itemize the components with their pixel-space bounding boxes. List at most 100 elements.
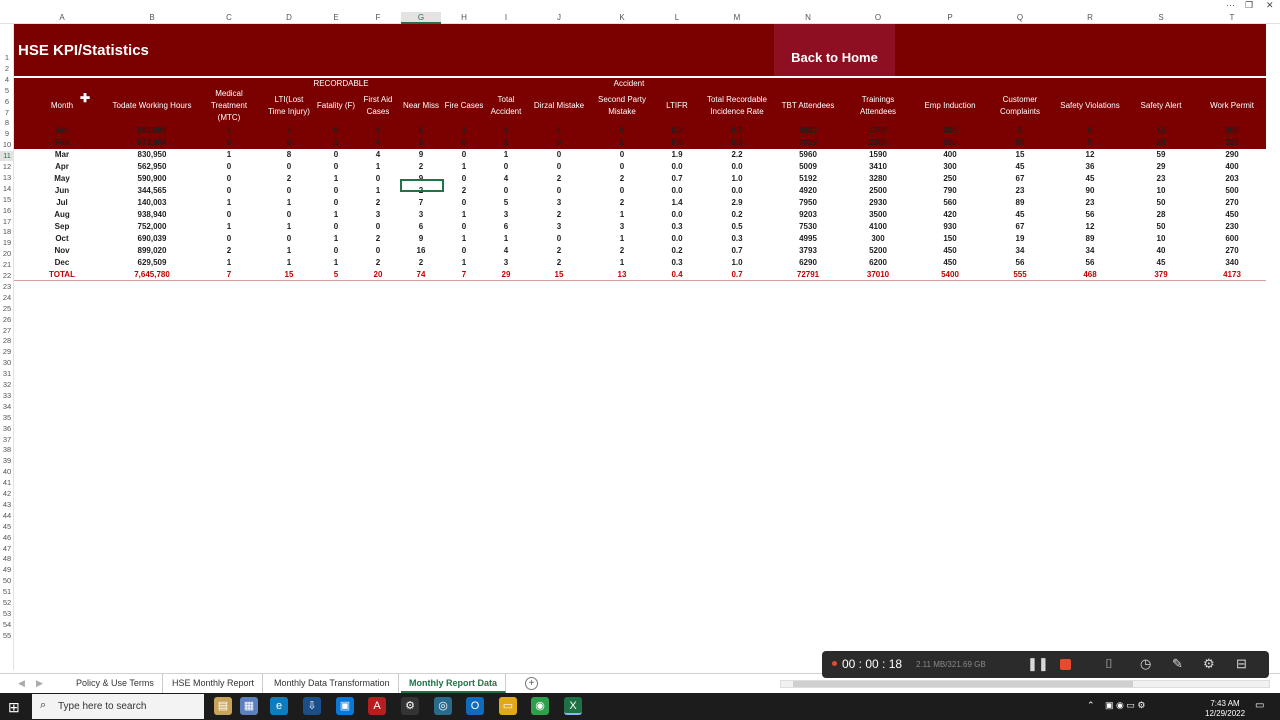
table-cell[interactable]: Sep xyxy=(30,221,94,233)
table-cell[interactable]: 3280 xyxy=(845,173,911,185)
column-header-L[interactable]: L xyxy=(663,12,691,24)
tab-next-icon[interactable]: ▶ xyxy=(36,678,43,689)
row-header-54[interactable]: 54 xyxy=(0,620,14,630)
table-cell[interactable]: 2 xyxy=(361,197,395,209)
row-header-10[interactable]: 10 xyxy=(0,140,14,150)
table-cell[interactable]: 830,950 xyxy=(109,149,195,161)
excel-icon[interactable]: X xyxy=(564,697,582,715)
table-cell[interactable]: 1 xyxy=(266,245,312,257)
restore-icon[interactable]: ❐ xyxy=(1245,0,1253,11)
table-cell[interactable]: 72791 xyxy=(776,269,840,281)
table-cell[interactable]: 45 xyxy=(1133,257,1189,269)
row-header-8[interactable]: 8 xyxy=(0,118,14,128)
system-clock[interactable]: 7:43 AM 12/29/2022 xyxy=(1205,699,1245,719)
table-cell[interactable]: 12 xyxy=(1060,149,1120,161)
table-cell[interactable]: 13 xyxy=(592,269,652,281)
chrome-icon[interactable]: ◉ xyxy=(531,697,549,715)
row-header-25[interactable]: 25 xyxy=(0,304,14,314)
row-header-7[interactable]: 7 xyxy=(0,108,14,118)
row-header-20[interactable]: 20 xyxy=(0,249,14,259)
column-header-T[interactable]: T xyxy=(1204,12,1260,24)
table-cell[interactable]: 450 xyxy=(919,245,981,257)
table-cell[interactable]: 15 xyxy=(1133,125,1189,137)
table-cell[interactable]: 7530 xyxy=(776,221,840,233)
table-cell[interactable]: 2 xyxy=(530,245,588,257)
table-cell[interactable]: 3410 xyxy=(845,161,911,173)
table-cell[interactable]: 9 xyxy=(401,233,441,245)
table-cell[interactable]: 10 xyxy=(1133,233,1189,245)
table-cell[interactable]: Oct xyxy=(30,233,94,245)
table-cell[interactable]: 7 xyxy=(205,269,253,281)
table-cell[interactable]: 3 xyxy=(530,197,588,209)
row-header-40[interactable]: 40 xyxy=(0,467,14,477)
table-cell[interactable]: 0.3 xyxy=(699,137,775,149)
table-cell[interactable]: Apr xyxy=(30,161,94,173)
tray-icon-group[interactable]: ▣ ◉ ▭ ⚙ xyxy=(1105,700,1145,711)
table-cell[interactable]: 0 xyxy=(266,185,312,197)
table-cell[interactable]: 90 xyxy=(1060,185,1120,197)
table-cell[interactable]: 9 xyxy=(401,149,441,161)
row-header-28[interactable]: 28 xyxy=(0,336,14,346)
table-cell[interactable]: 930 xyxy=(919,221,981,233)
table-cell[interactable]: 7029 xyxy=(776,137,840,149)
table-cell[interactable]: 20 xyxy=(1133,137,1189,149)
table-cell[interactable]: TOTAL xyxy=(30,269,94,281)
row-header-52[interactable]: 52 xyxy=(0,598,14,608)
row-header-21[interactable]: 21 xyxy=(0,260,14,270)
table-cell[interactable]: 300 xyxy=(845,233,911,245)
table-cell[interactable]: 270 xyxy=(1204,245,1260,257)
row-header-55[interactable]: 55 xyxy=(0,631,14,641)
row-header-44[interactable]: 44 xyxy=(0,511,14,521)
table-cell[interactable]: 9 xyxy=(1060,137,1120,149)
taskbar-app-icon-1[interactable]: ▤ xyxy=(214,697,232,715)
row-header-1[interactable]: 1 xyxy=(0,53,14,63)
table-cell[interactable]: 340 xyxy=(1204,257,1260,269)
table-cell[interactable]: 0 xyxy=(315,245,357,257)
row-header-26[interactable]: 26 xyxy=(0,315,14,325)
table-cell[interactable]: May xyxy=(30,173,94,185)
tab-monthly-data-transformation[interactable]: Monthly Data Transformation xyxy=(266,674,399,693)
table-cell[interactable]: 16 xyxy=(401,245,441,257)
row-header-50[interactable]: 50 xyxy=(0,576,14,586)
table-cell[interactable]: 0.0 xyxy=(699,161,775,173)
horizontal-scrollbar[interactable] xyxy=(780,680,1270,688)
row-header-51[interactable]: 51 xyxy=(0,587,14,597)
table-cell[interactable]: 0 xyxy=(315,221,357,233)
table-cell[interactable]: 1 xyxy=(444,257,484,269)
table-cell[interactable]: 1 xyxy=(205,221,253,233)
table-cell[interactable]: 6 xyxy=(1060,125,1120,137)
row-header-36[interactable]: 36 xyxy=(0,424,14,434)
windows-start-icon[interactable]: ⊞ xyxy=(8,699,20,716)
row-header-31[interactable]: 31 xyxy=(0,369,14,379)
tab-monthly-report-data[interactable]: Monthly Report Data xyxy=(401,674,507,693)
row-header-48[interactable]: 48 xyxy=(0,554,14,564)
taskbar-app-icon-2[interactable]: ▦ xyxy=(240,697,258,715)
table-cell[interactable]: 379 xyxy=(1133,269,1189,281)
table-cell[interactable]: 0.0 xyxy=(663,233,691,245)
table-cell[interactable]: 0 xyxy=(444,245,484,257)
row-header-38[interactable]: 38 xyxy=(0,445,14,455)
table-cell[interactable]: Jan xyxy=(30,125,94,137)
table-cell[interactable]: 1 xyxy=(444,125,484,137)
table-cell[interactable]: 200 xyxy=(919,125,981,137)
table-cell[interactable]: 0.3 xyxy=(663,221,691,233)
row-header-34[interactable]: 34 xyxy=(0,402,14,412)
table-cell[interactable]: 600 xyxy=(1204,233,1260,245)
table-cell[interactable]: 1 xyxy=(315,257,357,269)
column-header-N[interactable]: N xyxy=(776,12,840,24)
table-cell[interactable]: 0 xyxy=(205,173,253,185)
table-cell[interactable]: 4 xyxy=(361,149,395,161)
row-header-46[interactable]: 46 xyxy=(0,533,14,543)
table-cell[interactable]: 899,020 xyxy=(109,245,195,257)
row-header-43[interactable]: 43 xyxy=(0,500,14,510)
table-cell[interactable]: 400 xyxy=(1204,161,1260,173)
edge-icon[interactable]: e xyxy=(270,697,288,715)
table-cell[interactable]: 0 xyxy=(315,185,357,197)
taskbar-app-icon-3[interactable]: ⇩ xyxy=(303,697,321,715)
table-cell[interactable]: 2 xyxy=(444,185,484,197)
table-cell[interactable]: 29 xyxy=(1133,161,1189,173)
table-cell[interactable]: 3 xyxy=(486,209,526,221)
table-cell[interactable]: 74 xyxy=(401,269,441,281)
row-header-13[interactable]: 13 xyxy=(0,173,14,183)
table-cell[interactable]: 4 xyxy=(486,245,526,257)
